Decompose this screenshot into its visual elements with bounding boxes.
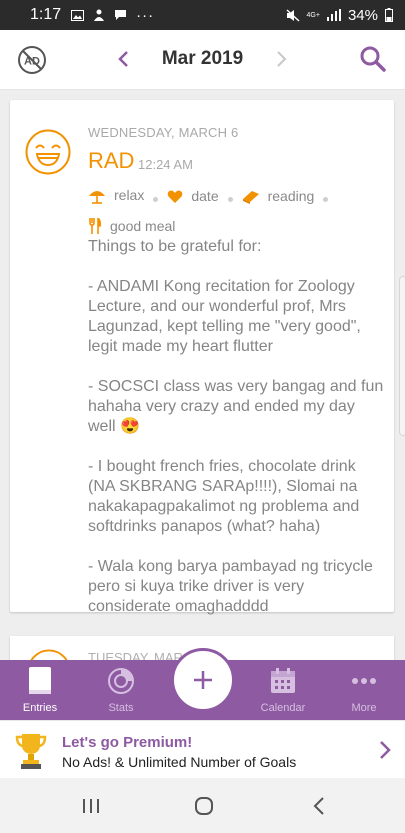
recent-apps-button[interactable] [76, 791, 106, 821]
cutlery-icon [89, 218, 102, 234]
battery-icon [385, 8, 393, 22]
home-button[interactable] [189, 791, 219, 821]
trophy-icon [15, 734, 47, 769]
more-icon [352, 678, 376, 684]
activity-list: relax date reading good meal [88, 182, 388, 243]
mood-icon [30, 649, 68, 660]
note-paragraph: - ANDAMI Kong recitation for Zoology Lec… [88, 278, 361, 355]
calendar-icon [271, 668, 295, 693]
month-title[interactable]: Mar 2019 [140, 48, 265, 70]
heart-icon [168, 190, 183, 203]
network-type: 4G+ [306, 11, 320, 19]
activity-good-meal: good meal [88, 213, 175, 240]
note-paragraph: - SOCSCI class was very bangag and fun h… [88, 378, 384, 435]
activity-relax: relax [88, 182, 144, 209]
status-time: 1:17 [30, 6, 62, 23]
chevron-right-icon [277, 51, 287, 67]
no-ads-icon[interactable]: AD [16, 44, 48, 76]
status-bar: 1:17 ··· 4G+ 34% [0, 0, 405, 30]
note-paragraph: - Wala kong barya pambayad ng tricycle p… [88, 558, 373, 615]
premium-banner[interactable]: Let's go Premium! No Ads! & Unlimited Nu… [0, 720, 405, 778]
chevron-left-icon [118, 51, 128, 67]
nav-stats[interactable]: Stats [81, 660, 161, 720]
entry-card[interactable]: WEDNESDAY, MARCH 6 RAD 12:24 AM relax da… [10, 100, 394, 615]
stats-icon [108, 668, 134, 694]
note-paragraph: - I bought french fries, chocolate drink… [88, 458, 360, 535]
home-icon [195, 797, 213, 815]
system-navigation-bar [0, 778, 405, 833]
entries-book-icon [29, 667, 51, 694]
entry-date: WEDNESDAY, MARCH 6 [88, 125, 239, 140]
message-icon [115, 10, 127, 20]
nav-calendar[interactable]: Calendar [243, 660, 323, 720]
activity-reading: reading [242, 183, 314, 210]
signal-icon [326, 9, 341, 21]
umbrella-icon [89, 190, 105, 204]
entry-note: Things to be grateful for: - ANDAMI Kong… [88, 237, 384, 637]
entry-time: 12:24 AM [138, 157, 193, 172]
battery-percent: 34% [347, 6, 378, 24]
person-icon [94, 9, 105, 21]
scrollbar[interactable] [399, 276, 405, 436]
search-icon[interactable] [358, 44, 388, 74]
more-notifications-icon: ··· [136, 6, 155, 24]
activity-date: date [167, 183, 219, 210]
note-paragraph: Things to be grateful for: [88, 238, 262, 255]
add-entry-button[interactable] [171, 648, 235, 712]
recent-apps-icon [83, 799, 99, 813]
book-icon [242, 190, 259, 204]
nav-entries[interactable]: Entries [0, 660, 80, 720]
plus-icon [194, 671, 212, 689]
back-button[interactable] [304, 791, 334, 821]
nav-more[interactable]: More [324, 660, 404, 720]
next-month-button[interactable] [272, 46, 292, 72]
separator-dot [153, 197, 159, 203]
rad-mood-icon [25, 129, 71, 175]
entries-list[interactable]: WEDNESDAY, MARCH 6 RAD 12:24 AM relax da… [0, 90, 405, 660]
gallery-icon [71, 9, 85, 21]
separator-dot [227, 197, 233, 203]
previous-month-button[interactable] [113, 46, 133, 72]
chevron-right-icon[interactable] [376, 739, 394, 761]
separator-dot [323, 197, 329, 203]
premium-subtitle: No Ads! & Unlimited Number of Goals [62, 754, 297, 770]
app-header: AD Mar 2019 [0, 30, 405, 90]
mood-label: RAD [88, 148, 135, 173]
premium-title: Let's go Premium! [62, 734, 193, 751]
mute-icon [286, 8, 300, 22]
back-icon [313, 797, 324, 815]
